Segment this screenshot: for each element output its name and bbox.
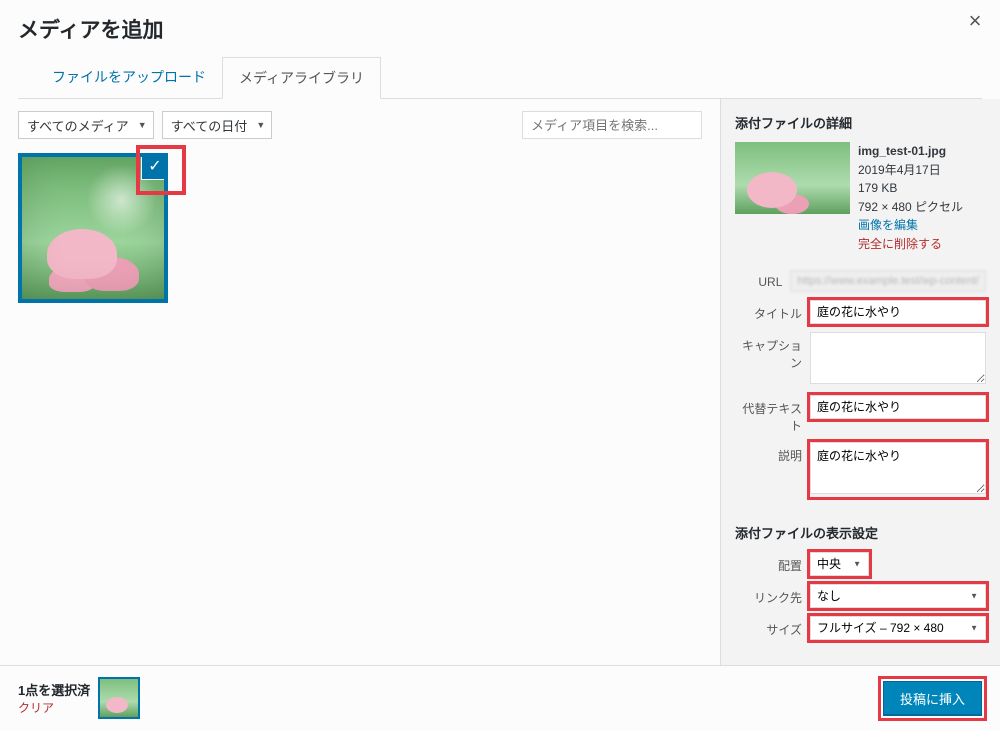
size-select[interactable]: フルサイズ – 792 × 480	[810, 616, 986, 640]
title-label: タイトル	[735, 300, 810, 322]
alt-input[interactable]	[810, 395, 986, 419]
alt-label: 代替テキスト	[735, 395, 810, 434]
modal-title: メディアを追加	[18, 14, 982, 44]
url-field[interactable]: https://www.example.test/wp-content/	[790, 270, 986, 292]
align-label: 配置	[735, 552, 810, 574]
detail-dimensions: 792 × 480 ピクセル	[858, 198, 963, 217]
tabs: ファイルをアップロード メディアライブラリ	[18, 56, 982, 99]
insert-button[interactable]: 投稿に挿入	[883, 681, 982, 716]
filter-type-select[interactable]: すべてのメディア	[18, 111, 154, 139]
detail-thumbnail	[735, 142, 850, 214]
media-toolbar: すべてのメディア すべての日付	[18, 111, 702, 139]
clear-selection-link[interactable]: クリア	[18, 701, 54, 715]
close-icon[interactable]: ×	[964, 10, 986, 32]
details-heading: 添付ファイルの詳細	[735, 113, 986, 132]
detail-filename: img_test-01.jpg	[858, 142, 963, 161]
delete-link[interactable]: 完全に削除する	[858, 235, 963, 254]
align-select[interactable]: 中央	[810, 552, 869, 576]
tab-media-library[interactable]: メディアライブラリ	[222, 57, 381, 99]
size-label: サイズ	[735, 616, 810, 638]
url-label: URL	[735, 270, 790, 289]
detail-date: 2019年4月17日	[858, 161, 963, 180]
filter-date-select[interactable]: すべての日付	[162, 111, 273, 139]
desc-input[interactable]: 庭の花に水やり	[810, 442, 986, 494]
caption-label: キャプション	[735, 332, 810, 371]
search-input[interactable]	[522, 111, 702, 139]
caption-input[interactable]	[810, 332, 986, 384]
linkto-select[interactable]: なし	[810, 584, 986, 608]
display-settings-heading: 添付ファイルの表示設定	[735, 523, 986, 542]
detail-filesize: 179 KB	[858, 179, 963, 198]
media-thumbnail[interactable]: ✓	[18, 153, 168, 303]
linkto-label: リンク先	[735, 584, 810, 606]
desc-label: 説明	[735, 442, 810, 464]
selected-thumbnail[interactable]	[98, 677, 140, 719]
selected-count: 1点を選択済	[18, 680, 90, 699]
title-input[interactable]	[810, 300, 986, 324]
tab-upload[interactable]: ファイルをアップロード	[36, 57, 222, 99]
edit-image-link[interactable]: 画像を編集	[858, 216, 963, 235]
